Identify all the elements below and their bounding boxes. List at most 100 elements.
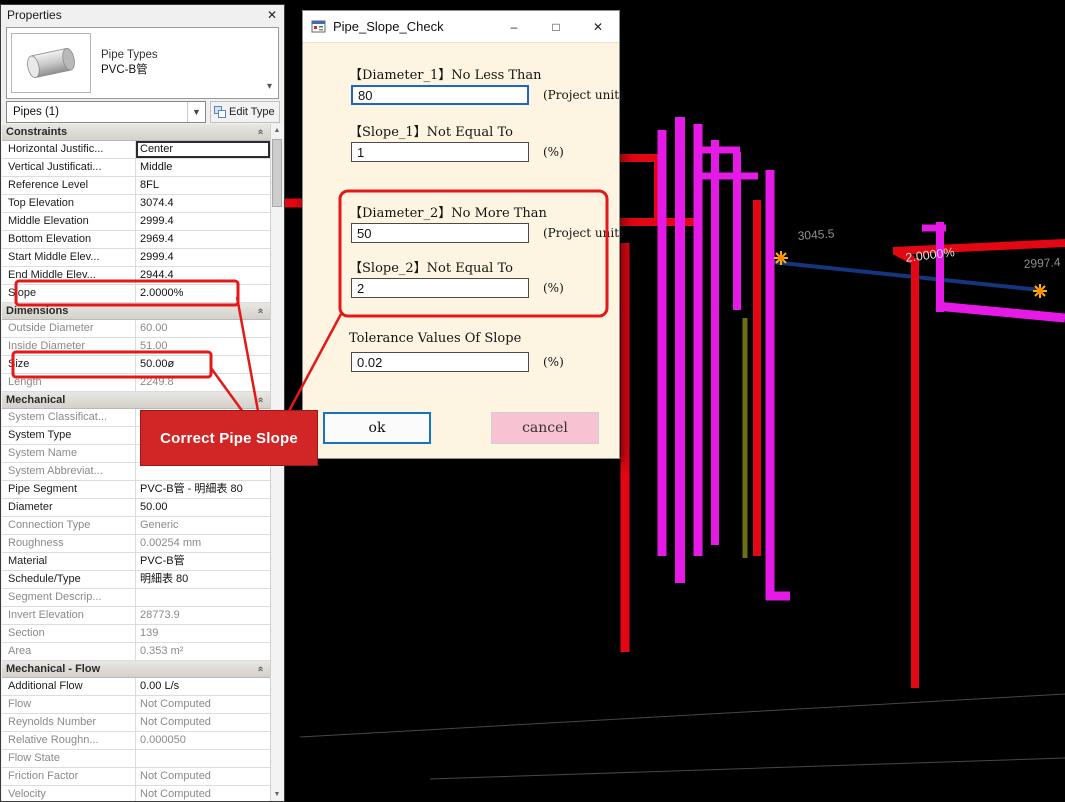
field-input[interactable] [351, 142, 529, 162]
property-row: Horizontal Justific... Center [2, 141, 270, 159]
property-value[interactable] [136, 750, 270, 767]
dialog-titlebar[interactable]: Pipe_Slope_Check – □ ✕ [303, 11, 619, 43]
property-row: Size 50.00ø [2, 356, 270, 374]
field-input[interactable] [351, 223, 529, 243]
property-label: System Type [2, 427, 136, 444]
property-value[interactable]: Not Computed [136, 768, 270, 785]
dialog-body: ok cancel 【Diameter_1】No Less Than(Proje… [303, 43, 624, 459]
edit-type-button[interactable]: Edit Type [210, 101, 280, 123]
connector-sun-icon [1033, 284, 1047, 298]
property-value[interactable]: 50.00 [136, 499, 270, 516]
properties-panel: Properties ✕ Pipe Types PVC-B管 ▾ Pipes (… [0, 4, 285, 802]
property-row: Vertical Justificati... Middle [2, 159, 270, 177]
property-label: Top Elevation [2, 195, 136, 212]
property-row: End Middle Elev... 2944.4 [2, 267, 270, 285]
property-row: Relative Roughn... 0.000050 [2, 732, 270, 750]
property-row: Material PVC-B管 [2, 553, 270, 571]
property-label: Reynolds Number [2, 714, 136, 731]
field-label: 【Slope_1】Not Equal To [349, 125, 513, 140]
chevron-down-icon[interactable]: ▼ [187, 102, 205, 122]
property-value[interactable] [136, 589, 270, 606]
element-filter-combo[interactable]: Pipes (1) ▼ [6, 101, 206, 123]
property-value[interactable]: 0.00 L/s [136, 678, 270, 695]
property-row: Section 139 [2, 625, 270, 643]
property-value[interactable]: Generic [136, 517, 270, 534]
type-selector[interactable]: Pipe Types PVC-B管 ▾ [6, 27, 279, 99]
collapse-chevron-icon[interactable]: » [253, 308, 269, 314]
property-value[interactable]: Not Computed [136, 696, 270, 713]
property-value[interactable]: 2249.8 [136, 374, 270, 391]
type-name: PVC-B管 [101, 64, 148, 76]
property-row: Length 2249.8 [2, 374, 270, 392]
property-value[interactable]: Not Computed [136, 786, 270, 801]
property-value[interactable]: 2999.4 [136, 213, 270, 230]
property-value[interactable]: 51.00 [136, 338, 270, 355]
property-value[interactable]: 60.00 [136, 320, 270, 337]
property-label: Section [2, 625, 136, 642]
collapse-chevron-icon[interactable]: » [253, 397, 269, 403]
property-row: Reynolds Number Not Computed [2, 714, 270, 732]
property-value[interactable]: 0.00254 mm [136, 535, 270, 552]
property-value[interactable]: 0.353 m² [136, 643, 270, 660]
pipe-slope-check-dialog: Pipe_Slope_Check – □ ✕ ok cancel 【Diamet… [302, 10, 624, 459]
property-row: Slope 2.0000% [2, 285, 270, 303]
property-row: Roughness 0.00254 mm [2, 535, 270, 553]
field-input[interactable] [351, 85, 529, 105]
property-value[interactable]: Not Computed [136, 714, 270, 731]
section-header[interactable]: Mechanical » [2, 392, 270, 409]
property-value[interactable]: Middle [136, 159, 270, 176]
property-value[interactable]: 2969.4 [136, 231, 270, 248]
elevation-label: 3045.5 [797, 226, 835, 243]
minimize-icon[interactable]: – [493, 11, 535, 42]
property-label: Outside Diameter [2, 320, 136, 337]
property-value[interactable]: PVC-B管 [136, 553, 270, 570]
property-label: Pipe Segment [2, 481, 136, 498]
property-label: Flow State [2, 750, 136, 767]
ok-button[interactable]: ok [323, 412, 431, 444]
close-icon[interactable]: ✕ [577, 11, 619, 42]
field-input[interactable] [351, 352, 529, 372]
property-value[interactable]: 8FL [136, 177, 270, 194]
property-value[interactable]: 3074.4 [136, 195, 270, 212]
close-icon[interactable]: ✕ [267, 8, 277, 22]
property-label: Material [2, 553, 136, 570]
chevron-down-icon[interactable]: ▾ [267, 81, 272, 92]
scrollbar-down-icon[interactable]: ▼ [271, 788, 283, 801]
edit-type-label: Edit Type [229, 106, 275, 118]
property-value[interactable]: 2944.4 [136, 267, 270, 284]
property-label: System Classificat... [2, 409, 136, 426]
scrollbar-thumb[interactable] [272, 139, 282, 207]
scrollbar-up-icon[interactable]: ▲ [271, 124, 283, 137]
property-value[interactable]: 50.00ø [136, 356, 270, 373]
maximize-icon[interactable]: □ [535, 11, 577, 42]
property-value[interactable]: 139 [136, 625, 270, 642]
connector-sun-icon [774, 251, 788, 265]
property-value[interactable]: 2999.4 [136, 249, 270, 266]
property-label: Vertical Justificati... [2, 159, 136, 176]
property-row: Pipe Segment PVC-B管 - 明細表 80 [2, 481, 270, 499]
section-title: Mechanical - Flow [6, 663, 101, 675]
property-row: Friction Factor Not Computed [2, 768, 270, 786]
field-input[interactable] [351, 278, 529, 298]
cancel-button[interactable]: cancel [491, 412, 599, 444]
section-header[interactable]: Constraints » [2, 124, 270, 141]
property-row: Bottom Elevation 2969.4 [2, 231, 270, 249]
property-label: Length [2, 374, 136, 391]
property-label: Velocity [2, 786, 136, 801]
property-label: Flow [2, 696, 136, 713]
property-row: Connection Type Generic [2, 517, 270, 535]
form-icon [311, 20, 326, 33]
property-value[interactable]: 28773.9 [136, 607, 270, 624]
edit-type-icon [214, 106, 226, 118]
field-label: Tolerance Values Of Slope [349, 331, 522, 346]
property-value[interactable]: PVC-B管 - 明細表 80 [136, 481, 270, 498]
property-value[interactable]: 明細表 80 [136, 571, 270, 588]
property-value[interactable]: 0.000050 [136, 732, 270, 749]
property-value[interactable]: 2.0000% [136, 285, 270, 302]
collapse-chevron-icon[interactable]: » [253, 666, 269, 672]
property-value[interactable]: Center [136, 141, 270, 158]
property-label: Roughness [2, 535, 136, 552]
section-header[interactable]: Dimensions » [2, 303, 270, 320]
collapse-chevron-icon[interactable]: » [253, 129, 269, 135]
section-header[interactable]: Mechanical - Flow » [2, 661, 270, 678]
